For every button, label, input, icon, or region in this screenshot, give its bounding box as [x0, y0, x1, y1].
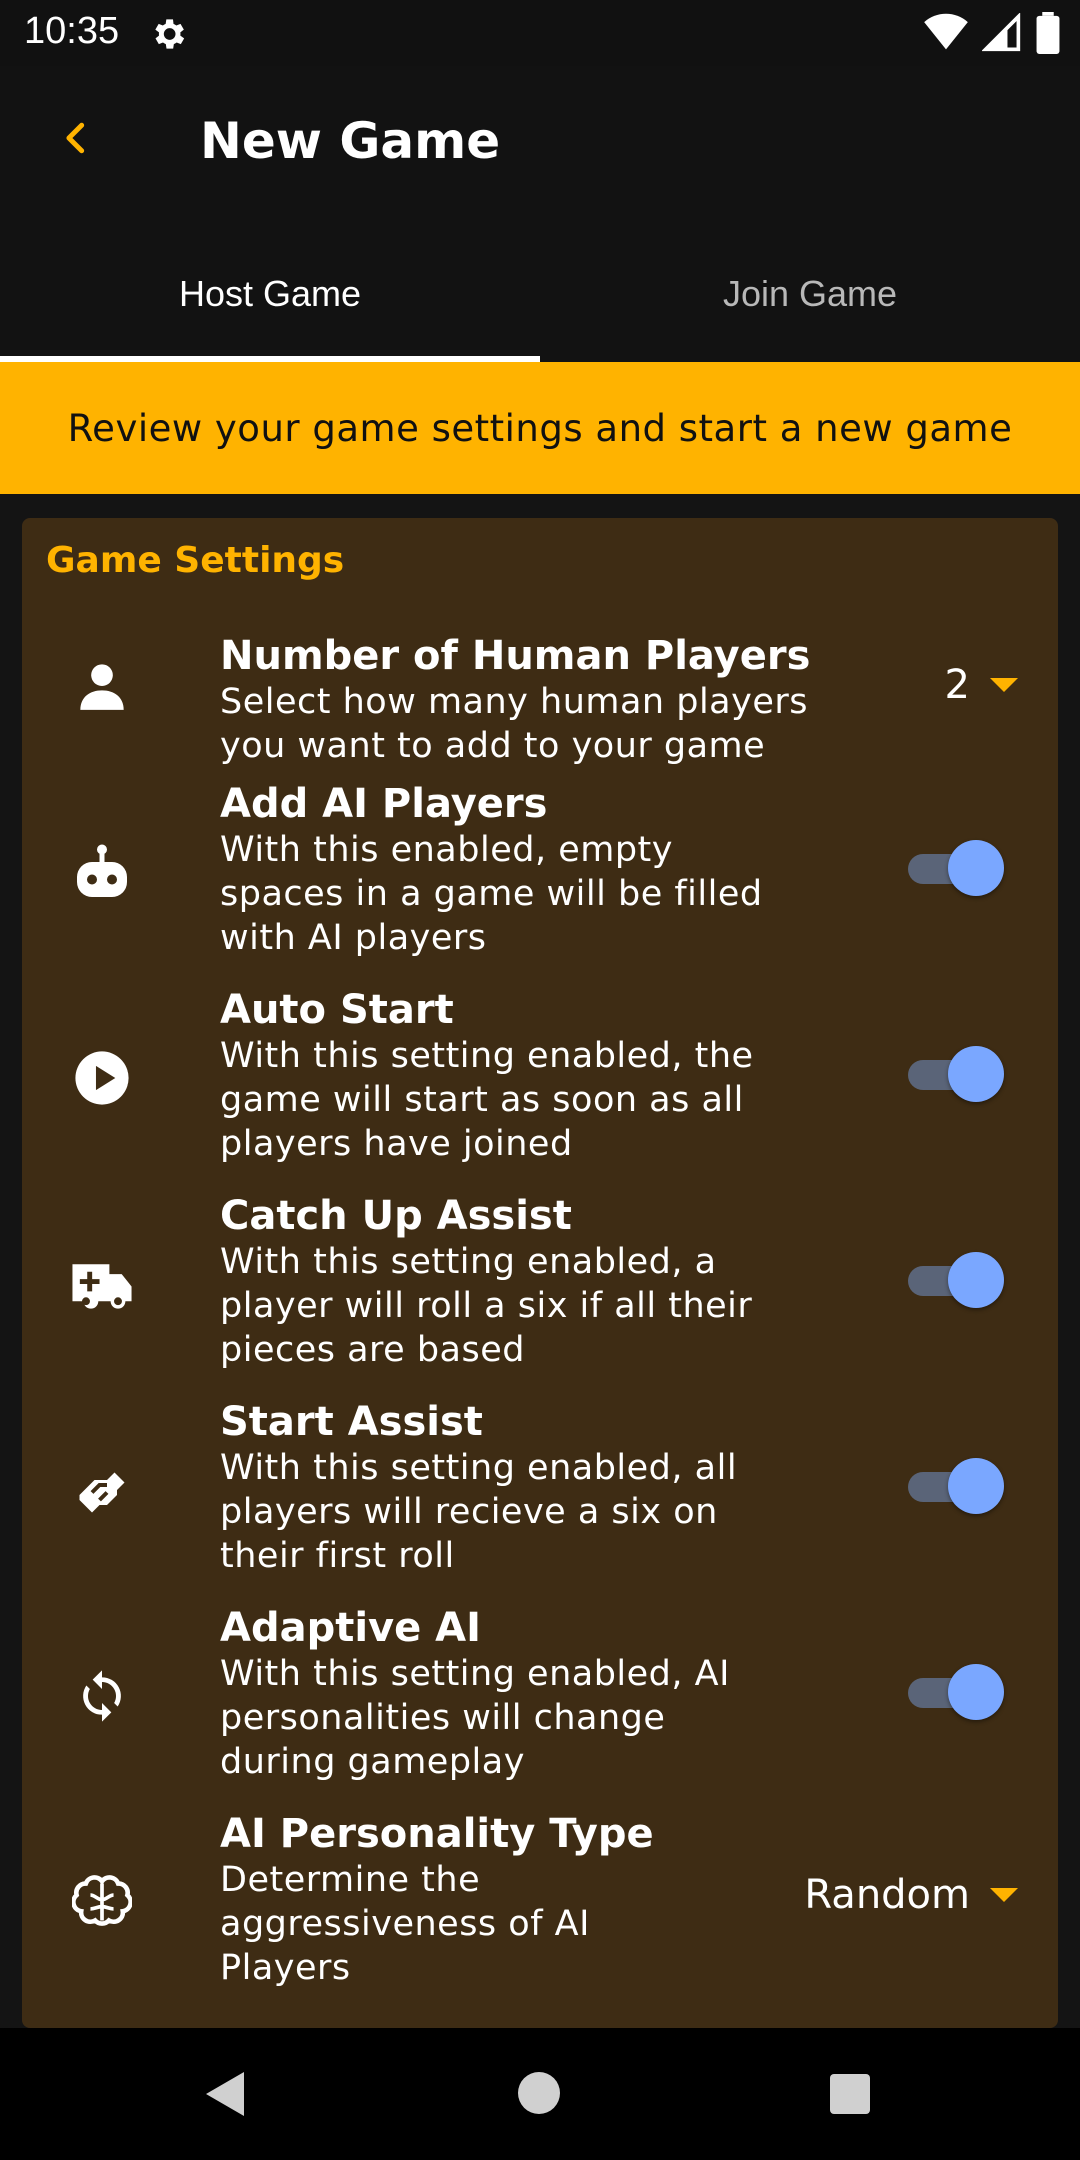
- person-icon: [62, 646, 142, 726]
- setting-title: AI Personality Type: [220, 1811, 654, 1857]
- nav-home-icon[interactable]: [518, 2072, 560, 2114]
- toggle-thumb: [948, 1458, 1004, 1514]
- signal-icon: [982, 13, 1021, 52]
- chevron-left-icon: [66, 122, 85, 154]
- sync-icon: [62, 1656, 142, 1736]
- game-settings-card: Game Settings Number of Human Players Se…: [22, 518, 1058, 2028]
- system-nav-bar: [0, 2028, 1080, 2160]
- setting-desc-line: players have joined: [220, 1124, 573, 1164]
- ambulance-icon: [62, 1244, 142, 1324]
- handshake-icon: [62, 1450, 142, 1530]
- setting-text: Adaptive AI With this setting enabled, A…: [220, 1604, 860, 1784]
- status-bar: 10:35: [0, 0, 1080, 66]
- human-players-dropdown[interactable]: 2: [945, 662, 1018, 708]
- setting-desc-line: Players: [220, 1948, 351, 1988]
- setting-desc-line: their first roll: [220, 1536, 455, 1576]
- setting-desc-line: With this setting enabled, AI: [220, 1654, 730, 1694]
- setting-text: Add AI Players With this enabled, empty …: [220, 780, 860, 960]
- setting-row-start-assist[interactable]: Start Assist With this setting enabled, …: [22, 1398, 1058, 1594]
- robot-icon: [62, 832, 142, 912]
- setting-desc-line: players will recieve a six on: [220, 1492, 718, 1532]
- setting-desc-line: personalities will change: [220, 1698, 666, 1738]
- setting-text: AI Personality Type Determine the aggres…: [220, 1810, 860, 1990]
- setting-desc-line: you want to add to your game: [220, 726, 766, 766]
- setting-desc-line: Determine the: [220, 1860, 481, 1900]
- card-title: Game Settings: [46, 540, 345, 581]
- tab-bar: Host Game Join Game: [0, 226, 1080, 362]
- setting-text: Catch Up Assist With this setting enable…: [220, 1192, 860, 1372]
- status-icons: [924, 12, 1060, 54]
- setting-desc-line: With this setting enabled, the: [220, 1036, 754, 1076]
- brain-icon: [62, 1862, 142, 1942]
- app-bar: New Game: [0, 66, 1080, 226]
- wifi-icon: [924, 13, 968, 50]
- setting-row-auto-start[interactable]: Auto Start With this setting enabled, th…: [22, 986, 1058, 1182]
- tab-label: Join Game: [722, 273, 898, 314]
- back-button[interactable]: [46, 108, 106, 168]
- start-assist-toggle[interactable]: [908, 1456, 1008, 1516]
- setting-desc-line: With this setting enabled, all: [220, 1448, 738, 1488]
- dropdown-value: 2: [944, 662, 970, 708]
- setting-row-ai-personality-type[interactable]: AI Personality Type Determine the aggres…: [22, 1810, 1058, 2006]
- setting-desc-line: game will start as soon as all: [220, 1080, 744, 1120]
- setting-desc-line: With this enabled, empty: [220, 830, 673, 870]
- status-time: 10:35: [24, 10, 120, 52]
- auto-start-toggle[interactable]: [908, 1044, 1008, 1104]
- setting-text: Auto Start With this setting enabled, th…: [220, 986, 860, 1166]
- gear-icon: [155, 19, 185, 49]
- dropdown-arrow-icon: [990, 1888, 1018, 1902]
- setting-desc-line: aggressiveness of AI: [220, 1904, 590, 1944]
- setting-row-adaptive-ai[interactable]: Adaptive AI With this setting enabled, A…: [22, 1604, 1058, 1800]
- setting-row-catch-up-assist[interactable]: Catch Up Assist With this setting enable…: [22, 1192, 1058, 1388]
- tab-host-game[interactable]: Host Game: [0, 226, 540, 362]
- setting-desc-line: player will roll a six if all their: [220, 1286, 753, 1326]
- setting-desc-line: with AI players: [220, 918, 487, 958]
- battery-icon: [1036, 12, 1060, 54]
- dropdown-arrow-icon: [990, 678, 1018, 692]
- dropdown-value: Random: [804, 1872, 970, 1918]
- ai-personality-dropdown[interactable]: Random: [804, 1872, 1018, 1918]
- play-circle-icon: [62, 1038, 142, 1118]
- tab-label: Host Game: [178, 273, 362, 314]
- setting-title: Add AI Players: [220, 781, 548, 827]
- setting-desc-line: during gameplay: [220, 1742, 525, 1782]
- add-ai-players-toggle[interactable]: [908, 838, 1008, 898]
- setting-row-human-players[interactable]: Number of Human Players Select how many …: [22, 614, 1058, 766]
- nav-back-icon[interactable]: [204, 2070, 248, 2118]
- setting-title: Number of Human Players: [220, 633, 811, 679]
- setting-text: Number of Human Players Select how many …: [220, 632, 860, 768]
- setting-row-add-ai-players[interactable]: Add AI Players With this enabled, empty …: [22, 780, 1058, 976]
- toggle-thumb: [948, 840, 1004, 896]
- page-title: New Game: [200, 112, 501, 170]
- adaptive-ai-toggle[interactable]: [908, 1662, 1008, 1722]
- setting-text: Start Assist With this setting enabled, …: [220, 1398, 860, 1578]
- setting-desc-line: Select how many human players: [220, 682, 808, 722]
- info-banner: Review your game settings and start a ne…: [0, 362, 1080, 494]
- catch-up-assist-toggle[interactable]: [908, 1250, 1008, 1310]
- setting-title: Start Assist: [220, 1399, 483, 1445]
- tab-join-game[interactable]: Join Game: [540, 226, 1080, 362]
- setting-title: Adaptive AI: [220, 1605, 482, 1651]
- setting-desc-line: spaces in a game will be filled: [220, 874, 763, 914]
- toggle-thumb: [948, 1252, 1004, 1308]
- setting-desc-line: pieces are based: [220, 1330, 525, 1370]
- banner-text: Review your game settings and start a ne…: [67, 406, 1013, 450]
- setting-title: Catch Up Assist: [220, 1193, 572, 1239]
- setting-desc-line: With this setting enabled, a: [220, 1242, 717, 1282]
- setting-title: Auto Start: [220, 987, 454, 1033]
- toggle-thumb: [948, 1046, 1004, 1102]
- nav-recents-icon[interactable]: [830, 2074, 870, 2114]
- toggle-thumb: [948, 1664, 1004, 1720]
